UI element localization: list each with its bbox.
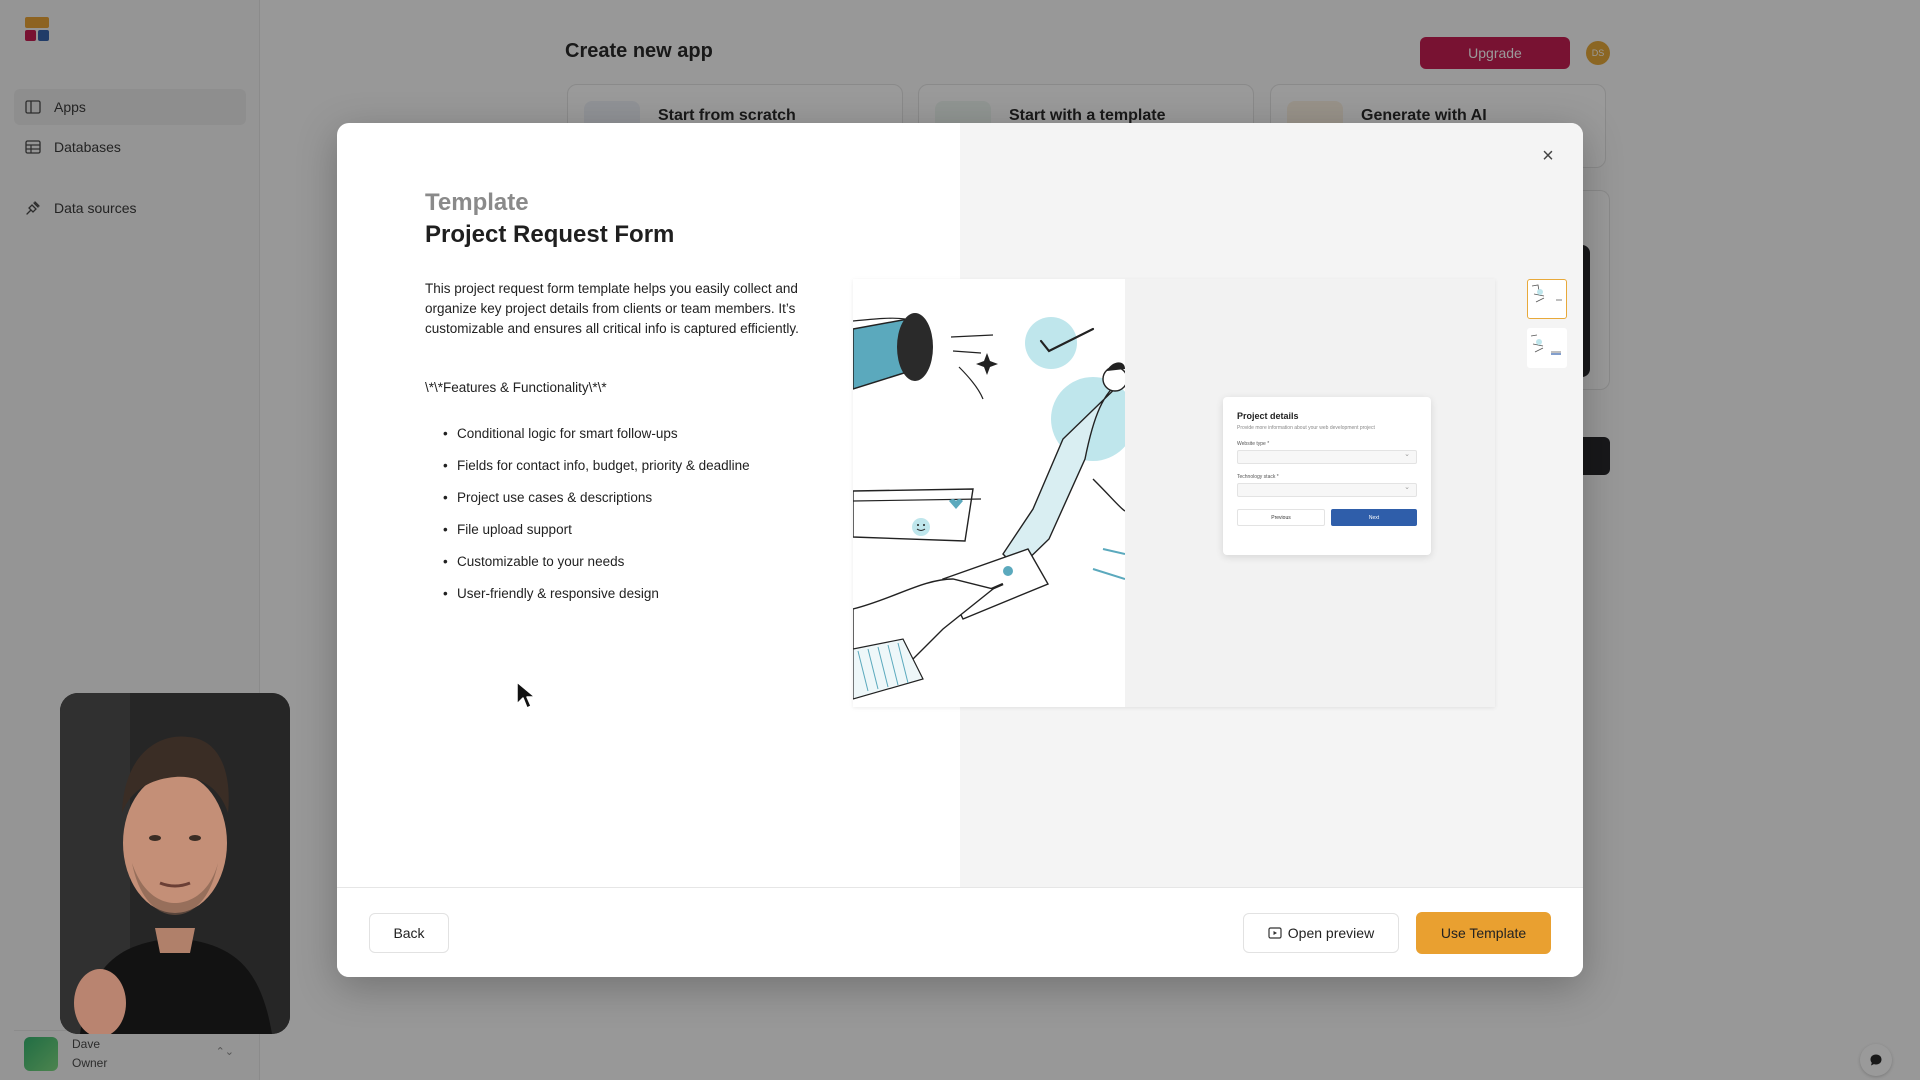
template-title: Project Request Form — [425, 221, 675, 248]
features-list: Conditional logic for smart follow-ups F… — [443, 426, 750, 618]
features-heading: \*\*Features & Functionality\*\* — [425, 380, 607, 395]
mouse-cursor-icon — [515, 680, 537, 715]
template-preview-image: Project details Provide more information… — [852, 279, 1495, 707]
preview-icon — [1268, 927, 1282, 939]
list-item: Customizable to your needs — [443, 554, 750, 586]
preview-field-label: Website type * — [1237, 441, 1270, 447]
preview-select — [1237, 483, 1417, 497]
list-item: Fields for contact info, budget, priorit… — [443, 458, 750, 490]
close-icon: × — [1542, 144, 1554, 167]
list-item: File upload support — [443, 522, 750, 554]
list-item: User-friendly & responsive design — [443, 586, 750, 618]
list-item: Conditional logic for smart follow-ups — [443, 426, 750, 458]
modal-footer: Back Open preview Use Template — [337, 887, 1583, 977]
preview-select — [1237, 450, 1417, 464]
preview-next-button: Next — [1331, 509, 1417, 526]
preview-form-card: Project details Provide more information… — [1223, 397, 1431, 555]
list-item: Project use cases & descriptions — [443, 490, 750, 522]
close-button[interactable]: × — [1535, 143, 1561, 169]
preview-field-label: Technology stack * — [1237, 474, 1279, 480]
open-preview-label: Open preview — [1287, 925, 1375, 941]
preview-form-subtitle: Provide more information about your web … — [1237, 425, 1375, 431]
open-preview-button[interactable]: Open preview — [1243, 913, 1399, 953]
template-eyebrow: Template — [425, 189, 529, 216]
preview-thumbnail-1[interactable] — [1527, 279, 1567, 319]
preview-previous-button: Previous — [1237, 509, 1325, 526]
preview-form-title: Project details — [1237, 411, 1299, 421]
illustration — [852, 279, 1135, 707]
presenter-webcam — [60, 693, 290, 1034]
preview-thumbnail-2[interactable] — [1527, 328, 1567, 368]
use-template-button[interactable]: Use Template — [1416, 912, 1551, 954]
template-description: This project request form template helps… — [425, 281, 799, 336]
back-button[interactable]: Back — [369, 913, 449, 953]
template-modal: × Template Project Request Form This pro… — [337, 123, 1583, 977]
